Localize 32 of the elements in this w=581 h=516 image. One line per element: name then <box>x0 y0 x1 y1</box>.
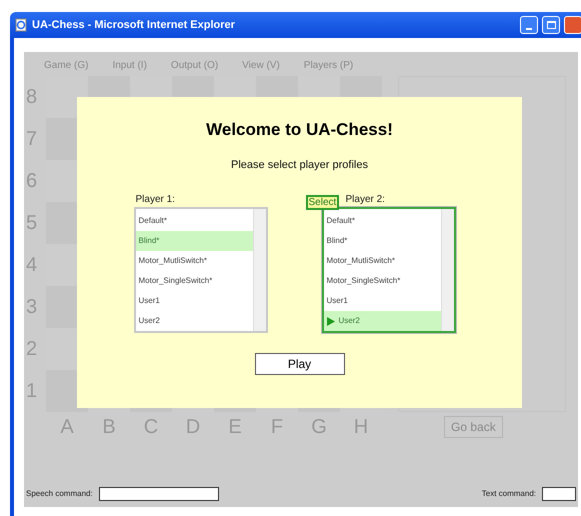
list-item[interactable]: Blind* <box>136 231 252 251</box>
profile-list[interactable]: Default* Blind* Motor_MutliSwitch* Motor_SingleSwitch* User1 User2 <box>134 207 268 333</box>
tooltip: Select <box>306 195 340 210</box>
scrollbar[interactable] <box>252 209 266 331</box>
browser-icon <box>14 18 28 32</box>
speech-command-label: Speech command: <box>26 488 93 500</box>
list-item[interactable]: Motor_MutliSwitch* <box>324 251 440 271</box>
list-item[interactable]: User2 <box>136 311 252 331</box>
list-item[interactable]: Motor_SingleSwitch* <box>324 271 440 291</box>
speech-command-field[interactable] <box>98 487 219 501</box>
play-button[interactable]: Play <box>254 353 344 375</box>
minimize-button[interactable] <box>520 16 538 34</box>
profile-list[interactable]: Default* Blind* Motor_MutliSwitch* Motor_SingleSwitch* User1 User2 <box>322 207 456 333</box>
dialog-subtitle: Please select player profiles <box>231 158 368 172</box>
window-title: UA-Chess - Microsoft Internet Explorer <box>32 18 236 33</box>
list-item[interactable]: Default* <box>324 211 440 231</box>
text-command-field[interactable] <box>542 487 576 501</box>
close-button[interactable] <box>564 16 581 34</box>
player-label: Player 2: <box>346 193 386 207</box>
list-item[interactable]: User1 <box>136 291 252 311</box>
list-item[interactable]: User2 <box>324 311 440 331</box>
list-item[interactable]: User1 <box>324 291 440 311</box>
pointer-icon <box>326 316 334 326</box>
player-label: Player 1: <box>136 193 176 207</box>
list-item[interactable]: Blind* <box>324 231 440 251</box>
list-item[interactable]: Default* <box>136 211 252 231</box>
dialog-title: Welcome to UA-Chess! <box>206 119 393 141</box>
list-item[interactable]: Motor_MutliSwitch* <box>136 251 252 271</box>
maximize-button[interactable] <box>542 16 560 34</box>
text-command-label: Text command: <box>482 488 536 500</box>
scrollbar[interactable] <box>440 209 454 331</box>
list-item[interactable]: Motor_SingleSwitch* <box>136 271 252 291</box>
